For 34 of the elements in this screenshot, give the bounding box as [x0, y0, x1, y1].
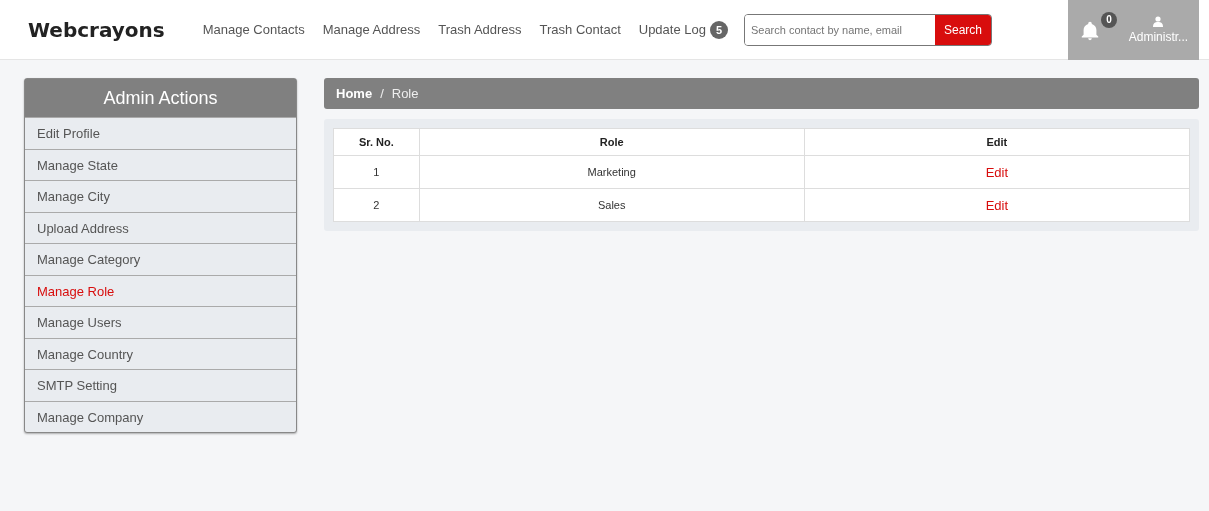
sidebar-item[interactable]: Manage Country: [25, 337, 296, 369]
search-field[interactable]: Search contact by name, email Search: [744, 13, 992, 46]
nav-link[interactable]: Trash Contact: [539, 22, 621, 37]
breadcrumb-home-link[interactable]: Home: [336, 86, 373, 101]
nav-link[interactable]: Manage Contacts: [202, 22, 305, 37]
column-header: Sr. No.: [333, 128, 420, 156]
breadcrumb-current: Role: [391, 86, 419, 101]
column-header: Edit: [804, 128, 1190, 156]
table-cell: 1: [333, 155, 420, 189]
sidebar-item[interactable]: Upload Address: [25, 211, 296, 243]
sidebar-item[interactable]: Manage Category: [25, 243, 296, 275]
nav-link[interactable]: Manage Address: [322, 22, 421, 37]
sidebar-item[interactable]: Edit Profile: [25, 117, 296, 149]
brand-logo[interactable]: Webcrayons: [28, 17, 165, 42]
search-button[interactable]: Search: [935, 14, 991, 45]
sidebar-item[interactable]: Manage Role: [25, 274, 296, 306]
user-icon[interactable]: [1153, 15, 1164, 27]
sidebar-item[interactable]: SMTP Setting: [25, 369, 296, 401]
breadcrumb-separator: /: [380, 86, 384, 101]
sidebar-item[interactable]: Manage Users: [25, 306, 296, 338]
table-cell: Sales: [419, 188, 805, 222]
table-cell: Marketing: [419, 155, 805, 189]
nav-link[interactable]: Update Log 5: [638, 20, 728, 39]
sidebar-title: Admin Actions: [25, 79, 296, 117]
edit-link[interactable]: Edit: [985, 197, 1009, 213]
table-cell: 2: [333, 188, 420, 222]
notification-badge: 0: [1100, 11, 1117, 28]
sidebar-item[interactable]: Manage Company: [25, 400, 296, 432]
edit-link[interactable]: Edit: [985, 164, 1009, 180]
nav-link[interactable]: Trash Address: [438, 22, 522, 37]
sidebar-item[interactable]: Manage State: [25, 148, 296, 180]
sidebar-item[interactable]: Manage City: [25, 180, 296, 212]
count-badge: 5: [710, 20, 728, 39]
column-header: Role: [419, 128, 805, 156]
